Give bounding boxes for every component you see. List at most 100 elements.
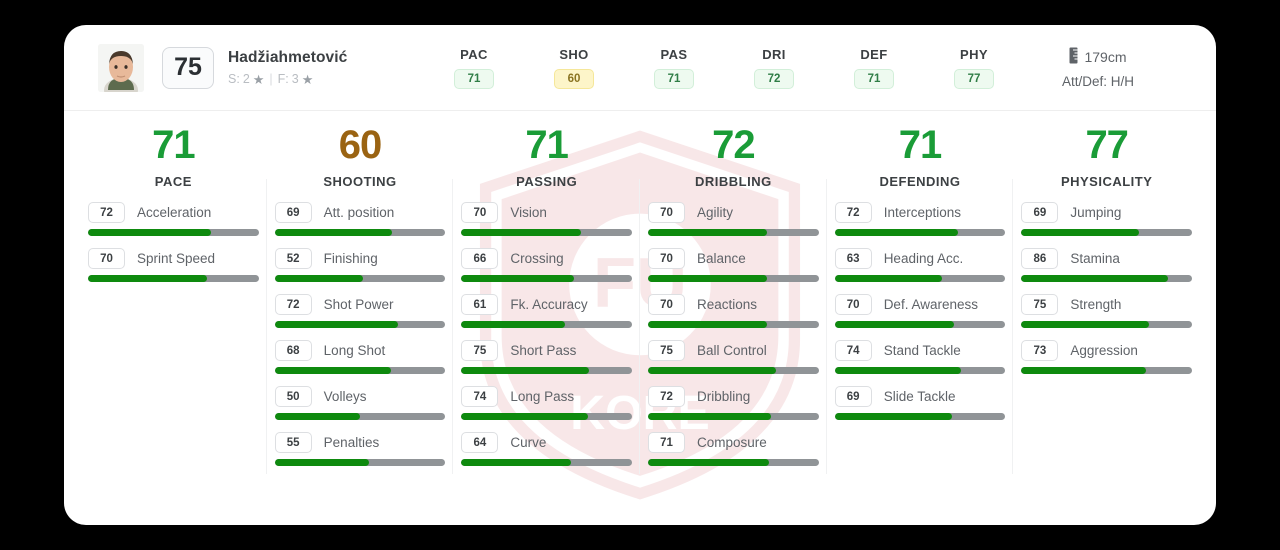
player-height: 179cm (1084, 48, 1127, 65)
stat-value: 68 (274, 340, 312, 361)
stat-row: 74 Long Pass (461, 386, 633, 420)
stat-header: 70 Vision (461, 202, 632, 223)
stat-header: 69 Att. position (274, 202, 446, 223)
stat-progress-bar (88, 229, 259, 236)
top-attribute-label: DRI (762, 46, 786, 62)
stat-row: 70 Agility (648, 202, 819, 236)
stat-value: 69 (1021, 202, 1059, 223)
stat-header: 75 Ball Control (648, 340, 819, 361)
stat-value: 74 (461, 386, 499, 407)
stat-progress-bar (834, 367, 1006, 374)
stat-header: 72 Interceptions (834, 202, 1006, 223)
stat-label: Def. Awareness (883, 297, 978, 312)
top-attribute-dri: DRI 72 (736, 47, 812, 89)
stat-progress-fill (274, 459, 369, 466)
stat-progress-bar (461, 413, 633, 420)
stat-header: 63 Heading Acc. (834, 248, 1006, 269)
stat-value: 71 (648, 432, 686, 453)
stat-header: 70 Agility (648, 202, 819, 223)
stat-label: Curve (510, 435, 547, 450)
stat-progress-fill (648, 275, 768, 282)
top-attribute-value: 60 (554, 68, 594, 89)
top-attributes: PAC 71 SHO 60 PAS 71 DRI 72 DEF 71 PHY 77 (424, 47, 1024, 89)
stat-header: 72 Shot Power (274, 294, 446, 315)
category-column-shooting: 60 SHOOTING 69 Att. position 52 Finishing 72 Sh… (265, 125, 454, 478)
category-column-physicality: 77 PHYSICALITY 69 Jumping 86 Stamina 75 Strengt… (1012, 125, 1200, 478)
stat-progress-fill (648, 413, 771, 420)
stat-row: 50 Volleys (274, 386, 446, 420)
player-portrait (98, 43, 144, 92)
stat-value: 75 (648, 340, 686, 361)
stat-value: 64 (461, 432, 499, 453)
category-name: PACE (154, 174, 192, 189)
stat-value: 66 (461, 248, 499, 269)
ruler-icon (1069, 47, 1078, 67)
stat-row: 69 Jumping (1021, 202, 1193, 236)
stat-progress-bar (461, 459, 633, 466)
stat-progress-bar (834, 413, 1006, 420)
stat-header: 72 Dribbling (648, 386, 819, 407)
stat-header: 70 Balance (648, 248, 819, 269)
stat-progress-bar (648, 413, 819, 420)
stat-header: 55 Penalties (274, 432, 446, 453)
stat-label: Vision (510, 205, 547, 220)
stat-row: 71 Composure (648, 432, 819, 466)
stat-progress-fill (274, 275, 364, 282)
stat-header: 64 Curve (461, 432, 632, 453)
stat-progress-bar (274, 459, 446, 466)
stat-row: 69 Att. position (274, 202, 446, 236)
top-attribute-phy: PHY 77 (936, 47, 1012, 89)
stat-row: 68 Long Shot (274, 340, 446, 374)
stat-label: Short Pass (510, 343, 577, 358)
stat-row: 69 Slide Tackle (834, 386, 1006, 420)
stat-progress-bar (461, 367, 633, 374)
stat-progress-fill (274, 413, 360, 420)
weak-foot-label: F: (277, 72, 289, 86)
stat-progress-fill (648, 229, 768, 236)
category-score: 71 (525, 123, 568, 167)
stat-header: 52 Finishing (274, 248, 446, 269)
stat-progress-fill (1021, 367, 1146, 374)
stat-header: 71 Composure (648, 432, 819, 453)
stat-label: Crossing (510, 251, 564, 266)
stat-value: 70 (834, 294, 872, 315)
stat-header: 86 Stamina (1021, 248, 1192, 269)
category-stat-list: 70 Vision 66 Crossing 61 Fk. Accuracy 75 Short … (461, 202, 633, 466)
stat-row: 64 Curve (461, 432, 633, 466)
stat-label: Acceleration (137, 205, 212, 220)
category-score: 71 (152, 123, 195, 167)
stat-progress-fill (461, 321, 566, 328)
stat-header: 69 Slide Tackle (834, 386, 1006, 407)
stat-value: 61 (461, 294, 499, 315)
stat-label: Att. position (323, 205, 395, 220)
top-attribute-pas: PAS 71 (636, 47, 712, 89)
player-name-block: Hadžiahmetović S: 2 ★ | F: 3 ★ (228, 49, 398, 86)
stat-row: 70 Vision (461, 202, 633, 236)
stat-row: 70 Reactions (648, 294, 819, 328)
stat-row: 70 Balance (648, 248, 819, 282)
weak-foot-value: 3 (291, 72, 299, 86)
stat-value: 86 (1021, 248, 1059, 269)
stat-label: Slide Tackle (883, 389, 956, 404)
stat-header: 70 Sprint Speed (88, 248, 259, 269)
stat-label: Agility (697, 205, 734, 220)
top-attribute-value: 77 (954, 68, 994, 89)
top-attribute-def: DEF 71 (836, 47, 912, 89)
stat-row: 72 Interceptions (834, 202, 1006, 236)
stat-row: 52 Finishing (274, 248, 446, 282)
weak-foot-star-icon: ★ (301, 71, 314, 87)
stat-label: Jumping (1070, 205, 1122, 220)
category-score: 71 (898, 123, 942, 167)
stat-value: 55 (274, 432, 312, 453)
player-stats-card: FU KORE 75 Hadžiahmetović S: 2 ★ | F: 3 … (64, 25, 1216, 525)
stat-label: Aggression (1070, 343, 1138, 358)
player-meta: 179cm Att/Def: H/H (1034, 47, 1162, 89)
stat-progress-bar (274, 367, 446, 374)
category-name: DEFENDING (879, 174, 961, 189)
top-attribute-value: 71 (854, 68, 894, 89)
stat-progress-fill (461, 229, 581, 236)
stat-label: Ball Control (697, 343, 767, 358)
stat-label: Composure (697, 435, 767, 450)
stat-label: Reactions (697, 297, 758, 312)
stat-value: 69 (834, 386, 872, 407)
